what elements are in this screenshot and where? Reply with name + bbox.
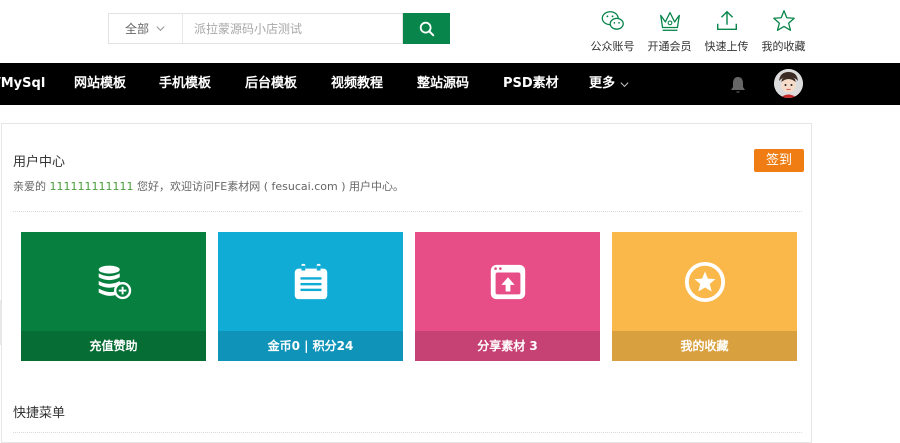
search-scope-label: 全部 (124, 22, 149, 36)
nav-item-mobile-templates[interactable]: 手机模板 (159, 63, 211, 105)
avatar[interactable] (774, 69, 803, 98)
crown-icon (659, 11, 680, 31)
card-favorites-body (612, 232, 797, 331)
coins-add-icon (98, 265, 131, 299)
card-share-label: 分享素材 3 (415, 331, 600, 361)
search-button[interactable] (403, 13, 450, 44)
nav-item-more[interactable]: 更多 (589, 63, 630, 105)
bell-icon[interactable] (728, 75, 748, 95)
chevron-down-icon (620, 81, 629, 87)
user-center-panel: 用户中心 亲爱的 111111111111 您好，欢迎访问FE素材网 ( fes… (1, 123, 812, 443)
search-bar: 全部 (108, 13, 450, 44)
welcome-prefix: 亲爱的 (13, 180, 50, 193)
divider (13, 211, 802, 212)
avatar-image (774, 69, 803, 98)
search-box: 全部 (108, 13, 403, 44)
card-favorites-label: 我的收藏 (612, 331, 797, 361)
star-circle-icon (684, 261, 725, 302)
nav-item-admin-templates[interactable]: 后台模板 (245, 63, 297, 105)
quick-upload-button[interactable]: 快速上传 (698, 8, 755, 54)
card-coins-label: 金币0 | 积分24 (218, 331, 403, 361)
nav-item-video-tutorials[interactable]: 视频教程 (331, 63, 383, 105)
welcome-message: 亲爱的 111111111111 您好，欢迎访问FE素材网 ( fesucai.… (13, 178, 404, 194)
nav-item-psd-assets[interactable]: PSD素材 (503, 63, 559, 105)
nav-item-site-source[interactable]: 整站源码 (417, 63, 469, 105)
card-share-assets[interactable]: 分享素材 3 (415, 232, 600, 361)
my-favorites-button[interactable]: 我的收藏 (755, 8, 812, 54)
welcome-suffix: 您好，欢迎访问FE素材网 ( fesucai.com ) 用户中心。 (133, 180, 405, 193)
nav-item-website-templates[interactable]: 网站模板 (74, 63, 126, 105)
checkin-button[interactable]: 签到 (754, 149, 804, 172)
calendar-icon (294, 263, 327, 299)
share-upload-icon (490, 264, 525, 299)
search-input[interactable] (183, 14, 402, 43)
search-scope-dropdown[interactable]: 全部 (109, 14, 183, 43)
divider (13, 432, 802, 433)
card-recharge[interactable]: 充值赞助 (21, 232, 206, 361)
upload-icon (716, 10, 737, 31)
card-my-favorites[interactable]: 我的收藏 (612, 232, 797, 361)
main-nav: /MySql 网站模板 手机模板 后台模板 视频教程 整站源码 PSD素材 更多 (0, 63, 900, 105)
my-favorites-label: 我的收藏 (761, 40, 806, 53)
chevron-down-icon (156, 26, 165, 32)
card-coins-points[interactable]: 金币0 | 积分24 (218, 232, 403, 361)
public-account-button[interactable]: 公众账号 (584, 8, 641, 54)
vip-button[interactable]: 开通会员 (641, 8, 698, 54)
nav-more-label: 更多 (589, 76, 616, 91)
card-share-body (415, 232, 600, 331)
card-recharge-body (21, 232, 206, 331)
quick-menu-title: 快捷菜单 (13, 406, 66, 421)
username: 111111111111 (49, 180, 134, 193)
user-center-title: 用户中心 (13, 155, 66, 170)
card-coins-body (218, 232, 403, 331)
search-icon (419, 21, 434, 36)
card-recharge-label: 充值赞助 (21, 331, 206, 361)
wechat-icon (601, 11, 624, 30)
quick-upload-label: 快速上传 (704, 40, 749, 53)
public-account-label: 公众账号 (590, 40, 635, 53)
star-icon (772, 10, 795, 31)
nav-item-mysql[interactable]: /MySql (0, 63, 45, 105)
vip-label: 开通会员 (647, 40, 692, 53)
top-header: 全部 公众账号 开通会员 (0, 0, 900, 63)
top-actions: 公众账号 开通会员 快速上传 我的收藏 (584, 8, 812, 54)
